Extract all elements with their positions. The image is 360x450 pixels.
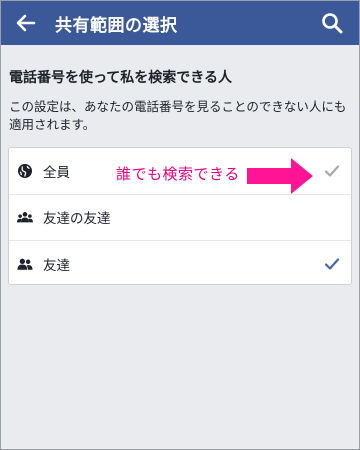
- globe-icon: [17, 163, 33, 179]
- section-title: 電話番号を使って私を検索できる人: [9, 70, 233, 86]
- check-icon: [323, 162, 341, 180]
- friends-icon: [17, 256, 33, 272]
- option-label: 友達の友達: [43, 211, 111, 228]
- option-label: 友達: [43, 257, 70, 274]
- search-button[interactable]: [319, 10, 345, 36]
- check-icon: [323, 255, 341, 273]
- arrow-left-icon: [16, 14, 36, 32]
- annotation-arrow-icon: [247, 158, 313, 194]
- search-icon: [322, 13, 343, 34]
- back-button[interactable]: [13, 10, 39, 36]
- option-friends[interactable]: 友達: [9, 241, 351, 287]
- page-title: 共有範囲の選択: [55, 15, 178, 36]
- section-description: この設定は、あなたの電話番号を見ることのできない人にも適用されます。: [9, 99, 347, 132]
- option-friends-of-friends[interactable]: 友達の友達: [9, 195, 351, 241]
- annotation-label: 誰でも検索できる: [116, 165, 240, 183]
- top-bar: 共有範囲の選択: [1, 1, 359, 45]
- option-label: 全員: [43, 164, 70, 181]
- friends-of-friends-icon: [17, 209, 33, 225]
